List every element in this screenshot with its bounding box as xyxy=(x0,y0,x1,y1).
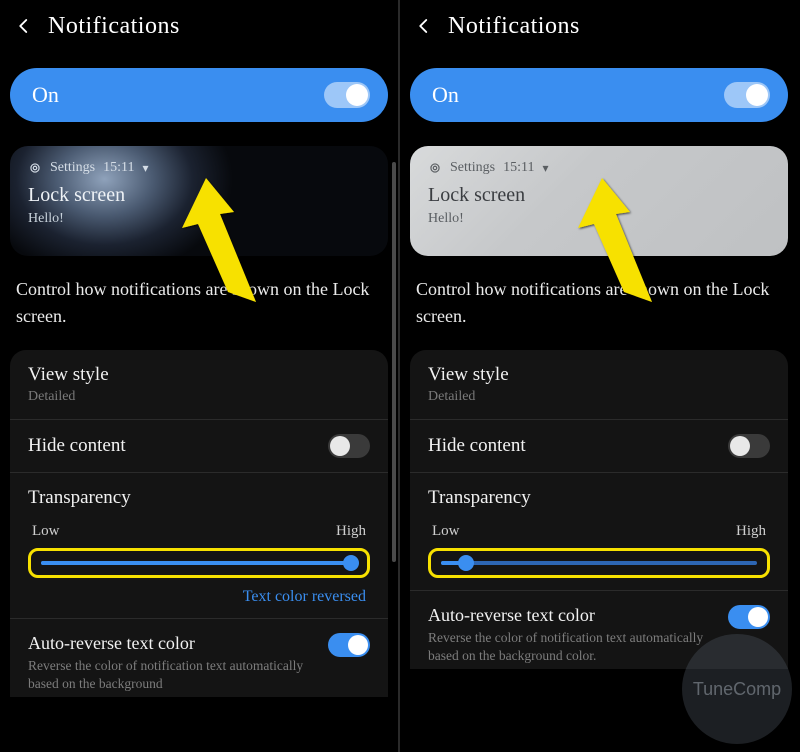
preview-time: 15:11 xyxy=(503,160,534,176)
master-toggle-row[interactable]: On xyxy=(10,68,388,122)
settings-section: View style Detailed Hide content Transpa… xyxy=(10,350,388,697)
preview-meta: Settings 15:11 ▾ xyxy=(428,160,770,176)
preview-meta: Settings 15:11 ▾ xyxy=(28,160,370,176)
preview-app-name: Settings xyxy=(50,160,95,176)
chevron-left-icon xyxy=(415,17,433,35)
master-toggle-label: On xyxy=(32,82,59,108)
transparency-block: Transparency Low High xyxy=(410,473,788,591)
auto-reverse-switch[interactable] xyxy=(328,633,370,657)
header-bar: Notifications xyxy=(0,0,398,54)
slider-low-label: Low xyxy=(432,523,460,540)
notification-preview-card: Settings 15:11 ▾ Lock screen Hello! xyxy=(10,146,388,256)
settings-pane-light: Notifications On Settings 15:11 ▾ Lock s… xyxy=(400,0,798,752)
back-button[interactable] xyxy=(410,12,438,40)
view-style-label: View style xyxy=(428,364,509,386)
auto-reverse-label: Auto-reverse text color xyxy=(28,633,308,654)
chevron-down-icon: ▾ xyxy=(543,161,549,176)
description-text: Control how notifications are shown on t… xyxy=(16,276,382,330)
view-style-row[interactable]: View style Detailed xyxy=(410,350,788,420)
view-style-value: Detailed xyxy=(28,389,109,405)
slider-highlight-box xyxy=(428,548,770,578)
hide-content-label: Hide content xyxy=(28,435,126,457)
settings-app-icon xyxy=(28,161,42,175)
auto-reverse-desc: Reverse the color of notification text a… xyxy=(28,657,308,693)
notification-preview-card: Settings 15:11 ▾ Lock screen Hello! xyxy=(410,146,788,256)
slider-thumb[interactable] xyxy=(343,555,359,571)
hide-content-switch[interactable] xyxy=(328,434,370,458)
preview-title: Lock screen xyxy=(28,184,370,207)
scrollbar[interactable] xyxy=(392,162,396,562)
transparency-slider[interactable] xyxy=(41,561,357,565)
slider-high-label: High xyxy=(736,523,766,540)
page-title: Notifications xyxy=(448,13,580,40)
view-style-value: Detailed xyxy=(428,389,509,405)
view-style-row[interactable]: View style Detailed xyxy=(10,350,388,420)
slider-end-labels: Low High xyxy=(28,523,370,540)
page-title: Notifications xyxy=(48,13,180,40)
preview-title: Lock screen xyxy=(428,184,770,207)
master-toggle-switch[interactable] xyxy=(324,82,370,108)
auto-reverse-label: Auto-reverse text color xyxy=(428,605,708,626)
hide-content-row[interactable]: Hide content xyxy=(10,420,388,473)
view-style-label: View style xyxy=(28,364,109,386)
preview-body: Hello! xyxy=(28,211,370,227)
hide-content-switch[interactable] xyxy=(728,434,770,458)
master-toggle-switch[interactable] xyxy=(724,82,770,108)
chevron-left-icon xyxy=(15,17,33,35)
hide-content-row[interactable]: Hide content xyxy=(410,420,788,473)
slider-low-label: Low xyxy=(32,523,60,540)
auto-reverse-desc: Reverse the color of notification text a… xyxy=(428,629,708,665)
slider-thumb[interactable] xyxy=(458,555,474,571)
auto-reverse-row[interactable]: Auto-reverse text color Reverse the colo… xyxy=(10,619,388,697)
slider-highlight-box xyxy=(28,548,370,578)
transparency-label: Transparency xyxy=(28,487,370,509)
settings-pane-dark: Notifications On Settings 15:11 ▾ Lock s… xyxy=(0,0,398,752)
slider-end-labels: Low High xyxy=(428,523,770,540)
back-button[interactable] xyxy=(10,12,38,40)
auto-reverse-switch[interactable] xyxy=(728,605,770,629)
hide-content-label: Hide content xyxy=(428,435,526,457)
master-toggle-label: On xyxy=(432,82,459,108)
text-color-reversed-link[interactable]: Text color reversed xyxy=(28,588,370,606)
transparency-block: Transparency Low High Text color reverse… xyxy=(10,473,388,619)
auto-reverse-row[interactable]: Auto-reverse text color Reverse the colo… xyxy=(410,591,788,669)
slider-high-label: High xyxy=(336,523,366,540)
description-text: Control how notifications are shown on t… xyxy=(416,276,782,330)
transparency-slider[interactable] xyxy=(441,561,757,565)
settings-app-icon xyxy=(428,161,442,175)
settings-section: View style Detailed Hide content Transpa… xyxy=(410,350,788,669)
master-toggle-row[interactable]: On xyxy=(410,68,788,122)
preview-app-name: Settings xyxy=(450,160,495,176)
transparency-label: Transparency xyxy=(428,487,770,509)
preview-body: Hello! xyxy=(428,211,770,227)
chevron-down-icon: ▾ xyxy=(143,161,149,176)
preview-time: 15:11 xyxy=(103,160,134,176)
header-bar: Notifications xyxy=(400,0,798,54)
